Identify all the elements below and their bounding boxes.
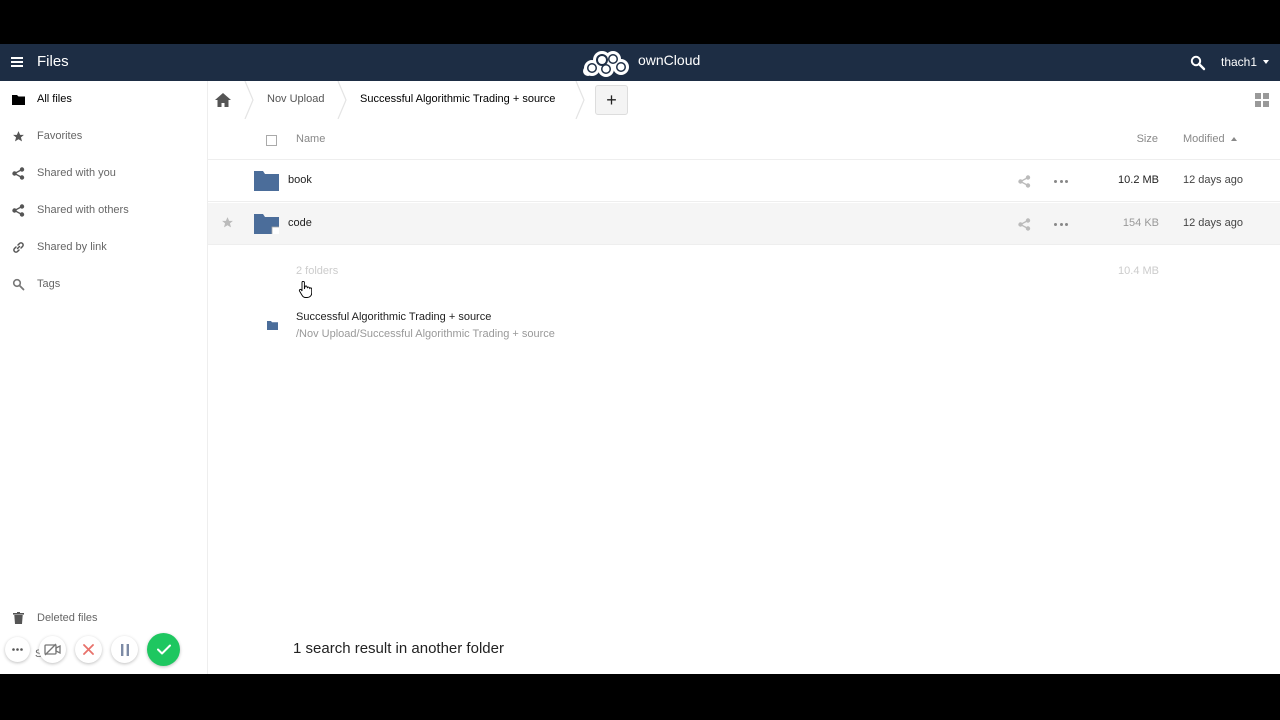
column-modified[interactable]: Modified	[1183, 133, 1237, 145]
recording-toolbar	[5, 633, 180, 666]
breadcrumb-separator	[244, 81, 254, 119]
file-modified: 12 days ago	[1183, 174, 1243, 186]
summary-size: 10.4 MB	[1118, 265, 1159, 277]
cloud-logo-icon	[583, 51, 629, 77]
sidebar-item-all-files[interactable]: All files	[0, 84, 208, 114]
folder-icon	[11, 92, 25, 106]
file-name[interactable]: code	[288, 217, 312, 229]
search-result-item[interactable]: Successful Algorithmic Trading + source …	[208, 307, 708, 347]
sidebar-item-shared-by-link[interactable]: Shared by link	[0, 232, 208, 262]
folder-icon	[254, 171, 279, 191]
logo-text: ownCloud	[638, 52, 701, 68]
breadcrumb-separator	[575, 81, 585, 119]
select-all-checkbox[interactable]	[266, 135, 277, 146]
letterbox-top	[0, 0, 1280, 44]
more-actions-icon[interactable]	[1054, 175, 1068, 188]
sort-ascending-icon	[1230, 137, 1237, 141]
username: thach1	[1221, 55, 1258, 69]
sidebar-item-label: Shared with you	[37, 167, 116, 179]
sidebar-item-shared-with-you[interactable]: Shared with you	[0, 158, 208, 188]
sidebar-item-label: Deleted files	[37, 612, 98, 624]
column-size[interactable]: Size	[1128, 133, 1158, 145]
sidebar: All files Favorites Shared with you Shar…	[0, 81, 208, 674]
user-menu[interactable]: thach1	[1221, 55, 1270, 69]
trash-icon	[11, 611, 25, 625]
breadcrumb-current-folder[interactable]: Successful Algorithmic Trading + source	[360, 93, 555, 105]
pause-icon	[120, 643, 129, 656]
search-icon[interactable]	[1190, 55, 1206, 71]
finish-recording-button[interactable]	[147, 633, 180, 666]
more-actions-icon[interactable]	[1054, 218, 1068, 231]
sidebar-item-label: Shared with others	[37, 204, 129, 216]
share-icon	[11, 203, 25, 217]
cancel-recording-button[interactable]	[75, 636, 102, 663]
file-size: 10.2 MB	[1118, 174, 1159, 186]
sidebar-item-label: Tags	[37, 278, 61, 290]
file-modified: 12 days ago	[1183, 217, 1243, 229]
folder-icon	[267, 321, 278, 330]
share-icon[interactable]	[1018, 218, 1031, 231]
star-icon	[11, 129, 25, 143]
sidebar-item-tags[interactable]: Tags	[0, 269, 208, 299]
home-icon[interactable]	[214, 92, 232, 108]
owncloud-logo[interactable]: ownCloud	[580, 48, 700, 78]
column-name[interactable]: Name	[296, 133, 325, 145]
breadcrumb-separator	[337, 81, 347, 119]
file-name[interactable]: book	[288, 174, 312, 186]
check-icon	[156, 644, 171, 655]
sidebar-item-label: Favorites	[37, 130, 83, 142]
chevron-down-icon	[1263, 60, 1270, 64]
sidebar-item-label: Shared by link	[37, 241, 107, 253]
pause-recording-button[interactable]	[111, 636, 138, 663]
more-icon	[12, 648, 23, 651]
file-row-code[interactable]: code 154 KB 12 days ago	[208, 203, 1280, 245]
tag-search-icon	[11, 277, 25, 291]
file-list-header: Name Size Modified	[208, 121, 1280, 160]
share-icon[interactable]	[1018, 175, 1031, 188]
camera-off-button[interactable]	[39, 636, 66, 663]
share-icon	[11, 166, 25, 180]
close-icon	[83, 644, 94, 655]
app-title[interactable]: Files	[37, 53, 69, 70]
menu-icon[interactable]	[10, 54, 26, 71]
controls-bar: Nov Upload Successful Algorithmic Tradin…	[208, 81, 1280, 121]
letterbox-bottom	[0, 674, 1280, 720]
favorite-star-icon[interactable]	[221, 216, 234, 229]
sidebar-item-label: All files	[37, 93, 72, 105]
sidebar-item-deleted-files[interactable]: Deleted files	[0, 603, 208, 633]
hand-cursor-icon	[298, 281, 312, 298]
breadcrumb-nov-upload[interactable]: Nov Upload	[267, 93, 324, 105]
summary-count: 2 folders	[296, 265, 339, 277]
search-result-path: /Nov Upload/Successful Algorithmic Tradi…	[296, 328, 555, 340]
column-modified-label: Modified	[1183, 133, 1225, 145]
toolbar-more-button[interactable]	[5, 637, 30, 662]
new-button[interactable]: +	[595, 85, 628, 115]
file-row-book[interactable]: book 10.2 MB 12 days ago	[208, 160, 1280, 202]
sidebar-item-shared-with-others[interactable]: Shared with others	[0, 195, 208, 225]
link-icon	[11, 240, 25, 254]
file-size: 154 KB	[1122, 217, 1159, 229]
folder-icon	[254, 214, 279, 234]
search-result-name[interactable]: Successful Algorithmic Trading + source	[296, 311, 491, 323]
header: Files ownCloud thach1	[0, 44, 1280, 81]
owncloud-app: Files ownCloud thach1 All files Favorite…	[0, 44, 1280, 674]
sidebar-item-favorites[interactable]: Favorites	[0, 121, 208, 151]
grid-view-icon[interactable]	[1255, 93, 1269, 107]
camera-off-icon	[44, 643, 61, 656]
search-summary: 1 search result in another folder	[293, 640, 504, 657]
